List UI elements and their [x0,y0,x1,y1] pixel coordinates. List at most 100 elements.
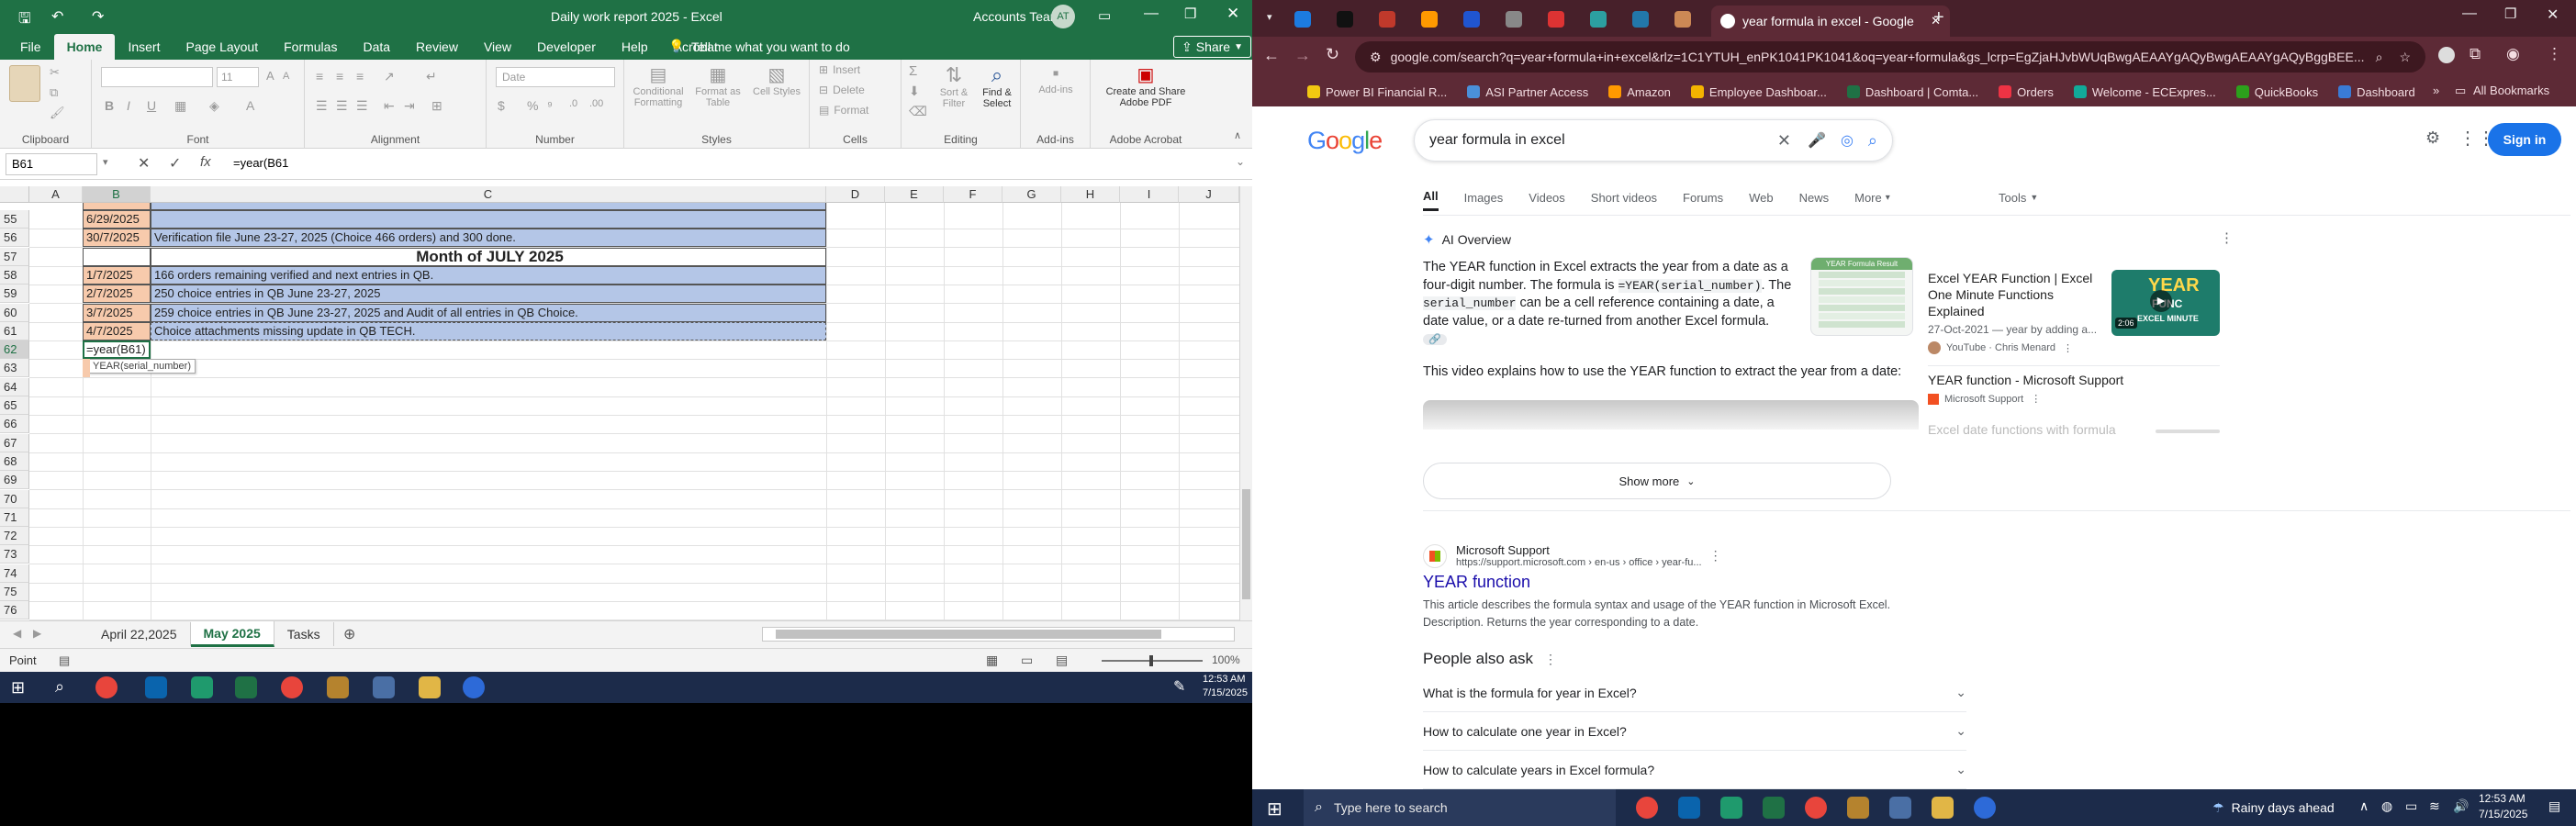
all-bookmarks-icon[interactable]: ▭ [2455,84,2466,98]
normal-view-icon[interactable]: ▦ [986,653,998,668]
zoom-app-icon[interactable] [1974,797,1996,819]
font-size-field[interactable]: 11 [217,67,259,87]
google-tab-more[interactable]: More ▾ [1854,184,1890,211]
bookmark-item[interactable]: Dashboard [2338,85,2415,99]
column-header-b[interactable]: B [83,186,151,203]
sheet-tab-2[interactable]: May 2025 [190,621,274,647]
autosum-icon[interactable]: Σ [909,63,917,79]
pinned-tab-icon[interactable] [1337,11,1353,28]
expand-formula-icon[interactable]: ⌄ [1236,155,1245,168]
bookmark-item[interactable]: Orders [1999,85,2054,99]
active-cell-b62[interactable]: =year(B61) [83,340,151,360]
tab-developer[interactable]: Developer [524,34,609,60]
google-logo[interactable]: Google [1307,127,1383,155]
sticky-icon[interactable] [327,676,349,698]
paa-more-icon[interactable]: ⋮ [1544,652,1557,667]
insert-function-icon[interactable]: fx [200,154,211,170]
row-header-71[interactable]: 71 [0,508,29,527]
video-thumbnail[interactable]: YEAR FUNC EXCEL MINUTE ▶ 2:06 [2111,270,2220,336]
horizontal-scrollbar[interactable] [762,627,1235,642]
bookmarks-overflow-icon[interactable]: » [2433,84,2439,97]
cell-c58[interactable]: 166 orders remaining verified and next e… [151,265,826,285]
google-tab-images[interactable]: Images [1464,184,1504,211]
row-header-66[interactable]: 66 [0,415,29,434]
side-link-title[interactable]: YEAR function - Microsoft Support [1928,373,2123,387]
name-box[interactable]: B61 [6,153,97,175]
cell-styles-button[interactable]: ▧ Cell Styles [751,63,802,97]
vertical-scroll-thumb[interactable] [1242,489,1250,599]
cut-icon[interactable]: ✂ [50,65,60,80]
zoom-app-icon[interactable] [463,676,485,698]
row-header-69[interactable]: 69 [0,471,29,490]
file-explorer-icon[interactable] [1932,797,1954,819]
pinned-tab-icon[interactable] [1506,11,1522,28]
create-pdf-button[interactable]: ▣ Create and Share Adobe PDF [1100,63,1192,108]
pinned-tab-icon[interactable] [1379,11,1395,28]
format-cells-button[interactable]: ▤ Format [819,104,868,117]
tab-page-layout[interactable]: Page Layout [173,34,271,60]
column-header-h[interactable]: H [1061,186,1120,203]
back-icon[interactable]: ← [1263,46,1280,65]
windows-start-icon[interactable]: ⊞ [11,678,25,698]
play-icon[interactable]: ▶ [2150,290,2172,312]
row-header-61[interactable]: 61 [0,321,29,340]
search-submit-icon[interactable]: ⌕ [1868,131,1877,151]
chrome-icon[interactable] [1636,797,1658,819]
row-header-60[interactable]: 60 [0,303,29,322]
bold-icon[interactable]: B [105,98,114,113]
row-header-64[interactable]: 64 [0,377,29,396]
reload-icon[interactable]: ↻ [1326,45,1339,64]
redo-icon[interactable]: ↷ [92,7,104,26]
page-layout-view-icon[interactable]: ▭ [1021,653,1033,668]
add-sheet-icon[interactable]: ⊕ [343,625,355,643]
volume-icon[interactable]: 🔊 [2453,798,2469,814]
cell-b61[interactable]: 4/7/2025 [83,321,151,340]
chrome-minimize-icon[interactable]: — [2462,6,2477,22]
column-header-g[interactable]: G [1002,186,1061,203]
cell-c59[interactable]: 250 choice entries in QB June 23-27, 202… [151,285,826,304]
chrome-profile-icon[interactable] [281,676,303,698]
side-more-icon[interactable]: ⋮ [2031,393,2041,405]
share-button[interactable]: ⇪ Share ▼ [1173,36,1251,58]
chrome-maximize-icon[interactable]: ❐ [2504,6,2516,22]
google-tab-short-videos[interactable]: Short videos [1591,184,1657,211]
sheet-tab-3[interactable]: Tasks [274,622,334,646]
cell-b59[interactable]: 2/7/2025 [83,285,151,304]
pinned-tab-icon[interactable] [1463,11,1480,28]
column-header-c[interactable]: C [151,186,826,203]
tab-home[interactable]: Home [53,34,116,60]
pinned-tab-icon[interactable] [1548,11,1564,28]
tab-view[interactable]: View [471,34,524,60]
clock-date[interactable]: 7/15/2025 [2479,808,2527,820]
row-header-70[interactable]: 70 [0,489,29,508]
decrease-indent-icon[interactable]: ⇤ [384,98,395,114]
bookmark-item[interactable]: QuickBooks [2235,85,2318,99]
italic-icon[interactable]: I [127,98,130,113]
next-sheet-icon[interactable]: ▶ [33,627,41,640]
paa-question[interactable]: What is the formula for year in Excel? ⌄ [1423,674,1966,712]
forward-icon[interactable]: → [1294,46,1311,65]
tray-chevron-icon[interactable]: ∧ [2359,798,2369,814]
column-header-f[interactable]: F [944,186,1002,203]
zoom-level[interactable]: 100% [1212,653,1240,666]
active-tab[interactable]: year formula in excel - Google ✕ [1711,6,1950,37]
cell-c56[interactable]: Verification file June 23-27, 2025 (Choi… [151,229,826,248]
prev-sheet-icon[interactable]: ◀ [13,627,21,640]
google-tab-news[interactable]: News [1799,184,1830,211]
align-center-icon[interactable]: ☰ [336,98,348,114]
side-link-partial[interactable]: Excel date functions with formula [1928,422,2116,437]
formula-input[interactable]: =year(B61 [233,156,288,170]
font-name-field[interactable] [101,67,213,87]
enter-icon[interactable]: ✓ [169,154,181,173]
avatar[interactable]: AT [1051,5,1075,28]
sort-filter-button[interactable]: ⇅ Sort & Filter [933,63,975,109]
google-tab-web[interactable]: Web [1749,184,1774,211]
clear-icon[interactable]: ⌫ [909,104,927,119]
battery-icon[interactable]: ▭ [2405,798,2417,814]
align-right-icon[interactable]: ☰ [356,98,368,114]
ai-link-icon[interactable]: 🔗 [1423,334,1447,345]
profile-avatar[interactable] [2438,47,2455,63]
chrome-close-icon[interactable]: ✕ [2547,6,2559,24]
pinned-tab-icon[interactable] [1632,11,1649,28]
bottom-align-icon[interactable]: ≡ [356,69,364,84]
